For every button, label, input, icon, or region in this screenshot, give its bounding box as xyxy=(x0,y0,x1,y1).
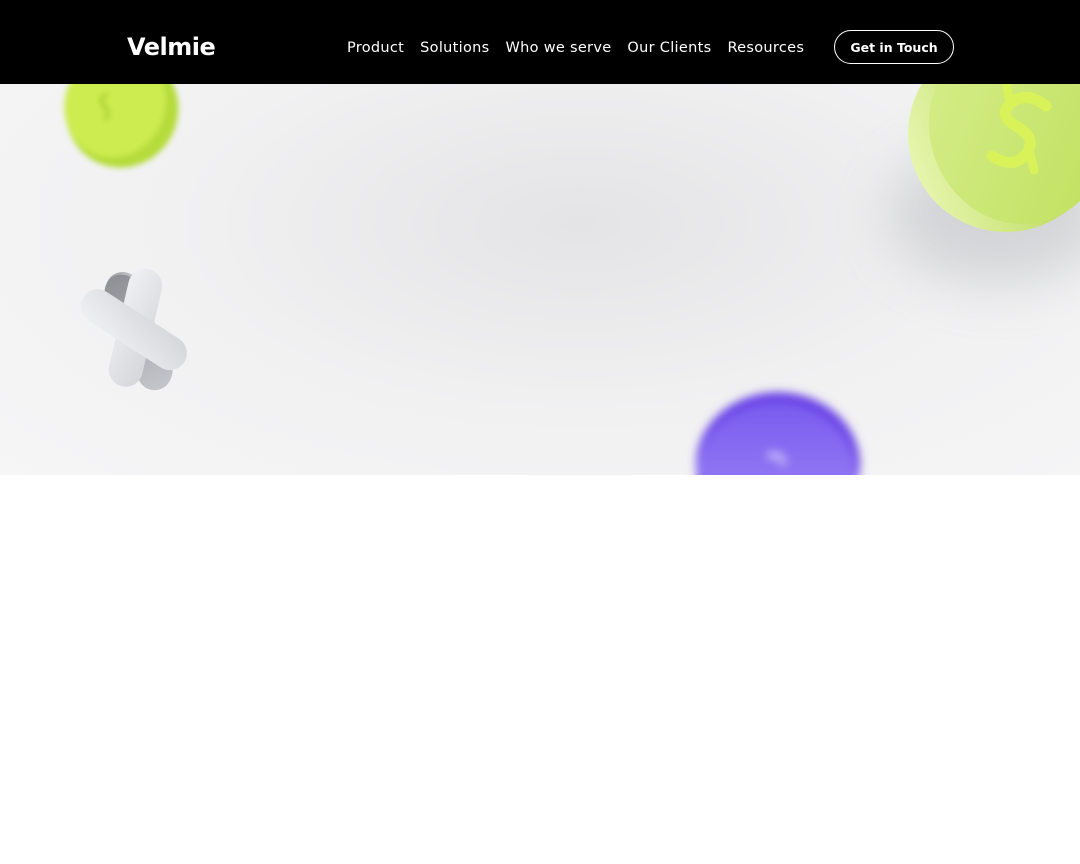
dollar-coin-icon xyxy=(64,84,179,168)
nav-link-product[interactable]: Product xyxy=(347,36,404,60)
dollar-coin-icon xyxy=(696,392,860,475)
content-area xyxy=(0,475,1080,864)
main-nav: Product Solutions Who we serve Our Clien… xyxy=(347,36,804,60)
get-in-touch-button[interactable]: Get in Touch xyxy=(834,30,954,64)
hero-banner xyxy=(0,84,1080,475)
logo[interactable]: Velmie xyxy=(127,30,216,64)
x-shape-icon xyxy=(80,268,187,391)
nav-link-who-we-serve[interactable]: Who we serve xyxy=(505,36,611,60)
hero-illustration xyxy=(64,84,1080,475)
top-navbar: Velmie Product Solutions Who we serve Ou… xyxy=(0,0,1080,84)
nav-link-resources[interactable]: Resources xyxy=(727,36,804,60)
nav-link-solutions[interactable]: Solutions xyxy=(420,36,489,60)
nav-link-our-clients[interactable]: Our Clients xyxy=(627,36,711,60)
